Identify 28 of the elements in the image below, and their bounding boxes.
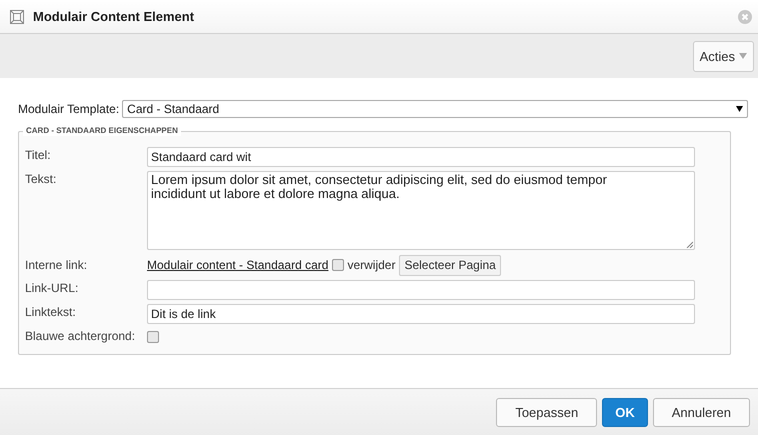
caret-icon [736,106,743,112]
input-field[interactable]: Standaard card wit [147,147,695,167]
input-field[interactable]: Dit is de link [147,304,695,324]
ok-button[interactable]: OK [602,398,648,426]
fieldset-legend: CARD - STANDAARD EIGENSCHAPPEN [23,126,181,136]
dialog-button[interactable]: Toepassen [496,398,598,426]
checkbox[interactable] [332,259,344,271]
text-area[interactable]: Lorem ipsum dolor sit amet, consectetur adipiscing elit, sed do eiusmod tempor incididunt ut labore et dolore magna aliqua. [147,171,695,250]
field-label: Tekst: [25,171,58,187]
field-label: Blauwe achtergrond: [25,328,136,344]
resize-grip-icon[interactable] [686,241,693,248]
actions-button[interactable]: Acties [692,40,754,72]
close-icon[interactable] [738,10,752,24]
template-select[interactable]: Card - Standaard [122,100,748,118]
field-label: Linktekst: [25,304,77,320]
field-label: Modulair Template: [18,102,120,116]
input-field[interactable] [147,280,695,300]
window-title: Modulair Content Element [33,9,196,24]
field-label: Link-URL: [25,280,80,296]
dialog-button[interactable]: Annuleren [652,398,750,426]
field-label: Titel: [25,147,52,163]
select-page-button[interactable]: Selecteer Pagina [399,254,501,276]
field-label: Interne link: [25,257,88,273]
checkbox-label: verwijder [347,258,396,272]
window-icon [10,10,24,24]
page-link[interactable]: Modulair content - Standaard card [147,258,328,272]
checkbox[interactable] [147,331,159,343]
caret-icon [739,53,747,59]
